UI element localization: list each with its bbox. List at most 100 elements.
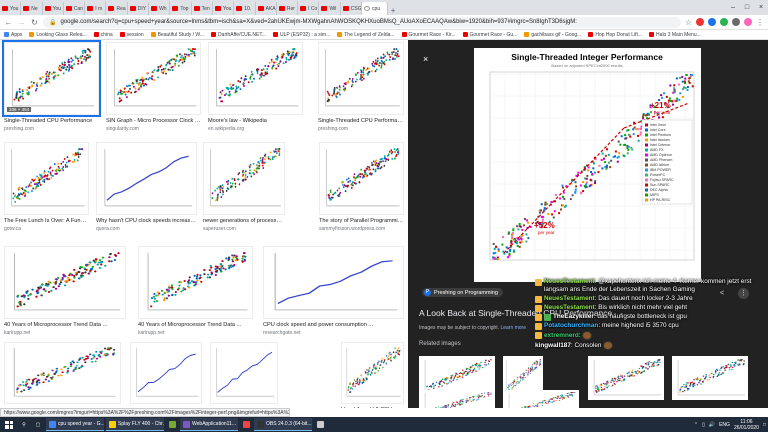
- image-result[interactable]: [130, 342, 202, 408]
- source-chip[interactable]: P Preshing on Programming: [422, 288, 503, 297]
- result-caption[interactable]: How L1 and L2 CPU ...: [341, 407, 404, 408]
- image-result[interactable]: [4, 342, 121, 408]
- result-thumbnail[interactable]: [318, 42, 404, 115]
- taskbar-app[interactable]: [166, 418, 178, 431]
- language-indicator[interactable]: ENG: [719, 422, 730, 428]
- result-thumbnail[interactable]: [130, 342, 202, 404]
- image-result[interactable]: 336 × 454 Single-Threaded CPU Performance…: [2, 40, 101, 137]
- result-thumbnail[interactable]: 336 × 454: [2, 40, 101, 117]
- result-caption[interactable]: CPU clock speed and power consumption ..…: [263, 322, 404, 328]
- image-result[interactable]: newer generations of processors faster .…: [203, 142, 285, 237]
- taskbar-app[interactable]: [240, 418, 252, 431]
- search-icon[interactable]: ⚲: [18, 418, 30, 431]
- bookmark-item[interactable]: Looking Glass Relea...: [29, 32, 87, 38]
- image-result[interactable]: Why hasn't CPU clock speeds increase... q…: [96, 142, 197, 237]
- learn-more-link[interactable]: Learn more: [500, 325, 526, 331]
- result-caption[interactable]: Single-Threaded CPU Performance: [4, 118, 99, 124]
- notifications-icon[interactable]: □: [763, 422, 766, 428]
- image-result[interactable]: How L1 and L2 CPU ...: [341, 342, 404, 408]
- bookmark-item[interactable]: gachibass gif - Goog...: [524, 32, 581, 38]
- extension-icon[interactable]: [732, 18, 740, 26]
- result-thumbnail[interactable]: [208, 42, 303, 115]
- taskbar-app[interactable]: OBS 24.0.3 (64-bit...: [254, 418, 312, 431]
- result-thumbnail[interactable]: [96, 142, 197, 215]
- bookmark-item[interactable]: Gourmet Race - Kir...: [401, 32, 456, 38]
- browser-tab[interactable]: Rer: [277, 2, 299, 15]
- browser-tab[interactable]: You: [213, 2, 235, 15]
- result-thumbnail[interactable]: [106, 42, 201, 115]
- browser-tab[interactable]: 10.: [234, 2, 256, 15]
- image-result[interactable]: CPU clock speed and power consumption ..…: [263, 246, 404, 341]
- forward-icon[interactable]: →: [17, 18, 26, 27]
- extension-icon[interactable]: [708, 18, 716, 26]
- browser-tab[interactable]: Rea: [106, 2, 128, 15]
- browser-tab[interactable]: Wil: [319, 2, 341, 15]
- related-image[interactable]: [419, 390, 495, 408]
- result-thumbnail[interactable]: [319, 142, 404, 215]
- image-result[interactable]: 40 Years of Microprocessor Trend Data ..…: [4, 246, 126, 341]
- minimize-button[interactable]: –: [726, 4, 740, 11]
- result-caption[interactable]: Single-Threaded CPU Performance: [318, 118, 404, 124]
- image-result[interactable]: [210, 342, 278, 408]
- preview-image[interactable]: Single-Threaded Integer Performance Based…: [474, 48, 701, 282]
- image-result[interactable]: The story of Parallel Programmin... sammy…: [319, 142, 404, 237]
- browser-tab[interactable]: Can: [64, 2, 86, 15]
- result-thumbnail[interactable]: [203, 142, 285, 215]
- bookmark-item[interactable]: session: [119, 32, 144, 38]
- tray-arrow-icon[interactable]: ⌃: [694, 422, 698, 428]
- extension-icon[interactable]: [720, 18, 728, 26]
- maximize-button[interactable]: □: [740, 4, 754, 11]
- bookmark-item[interactable]: Hop Hop Donut Lift...: [588, 32, 642, 38]
- bookmark-item[interactable]: Gourmet Race - Gu...: [462, 32, 517, 38]
- profile-avatar[interactable]: [744, 18, 752, 26]
- extension-icon[interactable]: [696, 18, 704, 26]
- result-caption[interactable]: newer generations of processors faster .…: [203, 218, 285, 224]
- volume-icon[interactable]: 🔊: [709, 422, 715, 428]
- back-icon[interactable]: ←: [4, 18, 13, 27]
- result-caption[interactable]: Why hasn't CPU clock speeds increase...: [96, 218, 197, 224]
- result-caption[interactable]: 40 Years of Microprocessor Trend Data ..…: [4, 322, 126, 328]
- image-result[interactable]: The Free Lunch Is Over: A Funda... gotw.c…: [4, 142, 89, 237]
- result-caption[interactable]: SIN Graph - Micro Processor Clock Sp...: [106, 118, 201, 124]
- result-caption[interactable]: The story of Parallel Programmin...: [319, 218, 404, 224]
- task-view-icon[interactable]: ▢: [32, 418, 44, 431]
- browser-tab[interactable]: AKA: [256, 2, 277, 15]
- browser-tab[interactable]: Top: [170, 2, 192, 15]
- result-thumbnail[interactable]: [263, 246, 404, 319]
- browser-tab[interactable]: I m: [85, 2, 107, 15]
- related-image[interactable]: [503, 390, 579, 408]
- bookmark-item[interactable]: Halo 3 Main Menu...: [649, 32, 701, 38]
- browser-tab[interactable]: I Co: [298, 2, 320, 15]
- menu-icon[interactable]: ⋮: [756, 18, 764, 27]
- close-icon[interactable]: ×: [423, 54, 428, 64]
- result-thumbnail[interactable]: [4, 142, 89, 215]
- result-thumbnail[interactable]: [4, 246, 126, 319]
- reload-icon[interactable]: ↻: [30, 18, 39, 27]
- bookmark-item[interactable]: ULP (ESP32) : a sim...: [273, 32, 330, 38]
- bookmark-item[interactable]: DarthAffe/CUE.NET...: [211, 32, 266, 38]
- browser-tab[interactable]: Ne: [21, 2, 43, 15]
- result-thumbnail[interactable]: [4, 342, 121, 404]
- result-caption[interactable]: Moore's law - Wikipedia: [208, 118, 303, 124]
- browser-tab[interactable]: Wh: [149, 2, 171, 15]
- network-icon[interactable]: ▯: [702, 422, 705, 428]
- browser-tab[interactable]: cpu: [362, 2, 389, 15]
- bookmark-item[interactable]: china: [93, 32, 113, 38]
- browser-tab[interactable]: Ten: [192, 2, 213, 15]
- result-caption[interactable]: The Free Lunch Is Over: A Funda...: [4, 218, 89, 224]
- image-result[interactable]: Single-Threaded CPU Performance preshing.…: [318, 42, 404, 137]
- close-window-button[interactable]: ×: [754, 4, 768, 11]
- address-bar[interactable]: 🔒 google.com/search?q=cpu+speed+year&sou…: [43, 16, 681, 28]
- browser-tab[interactable]: CSG: [341, 2, 363, 15]
- result-thumbnail[interactable]: [341, 342, 404, 404]
- bookmark-item[interactable]: Beautiful Study / W...: [150, 32, 204, 38]
- browser-tab[interactable]: You: [0, 2, 22, 15]
- image-result[interactable]: SIN Graph - Micro Processor Clock Sp... s…: [106, 42, 201, 137]
- taskbar-app[interactable]: cpu speed year - G...: [46, 418, 104, 431]
- bookmark-item[interactable]: Apps: [4, 32, 22, 38]
- result-caption[interactable]: 40 Years of Microprocessor Trend Data ..…: [138, 322, 253, 328]
- browser-tab[interactable]: DIY: [128, 2, 150, 15]
- taskbar-app[interactable]: Splay FLY 400 - Chr...: [106, 418, 164, 431]
- image-result[interactable]: Moore's law - Wikipedia en.wikipedia.org: [208, 42, 303, 137]
- result-thumbnail[interactable]: [210, 342, 278, 404]
